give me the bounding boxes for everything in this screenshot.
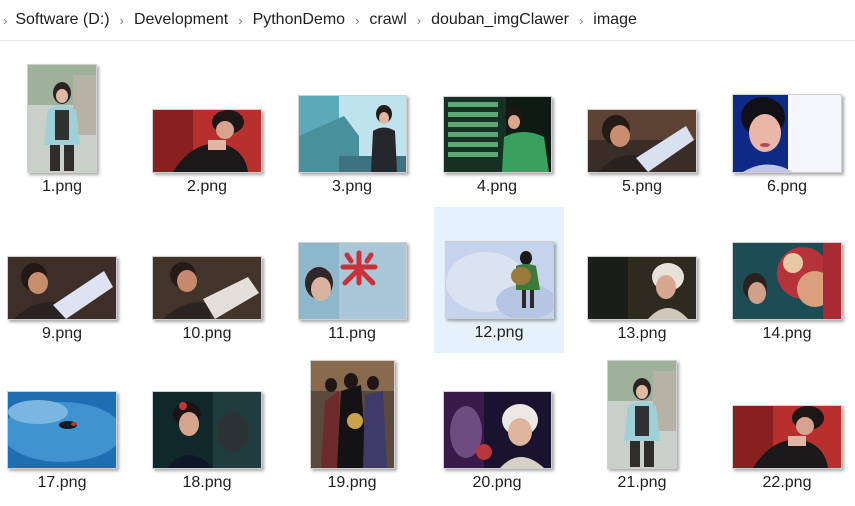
file-name: 6.png [766, 178, 808, 195]
file-name: 3.png [331, 178, 373, 195]
file-name: 14.png [762, 325, 812, 342]
file-item[interactable]: 9.png [0, 208, 127, 354]
file-item[interactable]: 1.png [0, 61, 127, 207]
file-item[interactable]: 6.png [722, 61, 852, 207]
file-item[interactable]: 21.png [577, 357, 707, 503]
breadcrumb-item-pythondemo[interactable]: PythonDemo [253, 11, 346, 29]
image-thumbnail [152, 256, 262, 320]
image-thumbnail [732, 94, 842, 173]
file-name: 20.png [472, 474, 522, 491]
file-name: 2.png [186, 178, 228, 195]
image-thumbnail [27, 64, 97, 173]
image-thumbnail [309, 360, 395, 469]
file-item[interactable]: 3.png [287, 61, 417, 207]
file-name: 17.png [37, 474, 87, 491]
image-thumbnail [7, 256, 117, 320]
file-grid: 1.png 2.png 3.png 4.png 5.png 6.png 9.pn… [0, 41, 855, 506]
image-thumbnail [587, 109, 697, 173]
chevron-right-icon[interactable]: › [120, 13, 124, 28]
chevron-right-icon[interactable]: › [238, 13, 242, 28]
image-thumbnail [152, 109, 262, 173]
breadcrumb-item-crawl[interactable]: crawl [369, 11, 406, 29]
file-item[interactable]: 11.png [287, 208, 417, 354]
file-item[interactable]: 13.png [577, 208, 707, 354]
file-name: 22.png [762, 474, 812, 491]
file-name: 4.png [476, 178, 518, 195]
file-item-selected[interactable]: 12.png [434, 207, 564, 353]
file-name: 18.png [182, 474, 232, 491]
image-thumbnail [297, 242, 407, 320]
breadcrumb: › Software (D:) › Development › PythonDe… [0, 0, 855, 41]
chevron-right-icon[interactable]: › [355, 13, 359, 28]
image-thumbnail [442, 391, 552, 469]
image-thumbnail [7, 391, 117, 469]
file-name: 19.png [327, 474, 377, 491]
image-thumbnail [607, 360, 677, 469]
file-item[interactable]: 2.png [142, 61, 272, 207]
file-name: 13.png [617, 325, 667, 342]
file-item[interactable]: 20.png [432, 357, 562, 503]
image-thumbnail [442, 96, 552, 173]
file-item[interactable]: 14.png [722, 208, 852, 354]
chevron-right-icon[interactable]: › [417, 13, 421, 28]
file-item[interactable]: 10.png [142, 208, 272, 354]
image-thumbnail [152, 391, 262, 469]
file-name: 1.png [41, 178, 83, 195]
breadcrumb-item-drive[interactable]: Software (D:) [15, 11, 109, 29]
file-name: 9.png [41, 325, 83, 342]
file-item[interactable]: 17.png [0, 357, 127, 503]
file-name: 12.png [474, 324, 524, 341]
image-thumbnail [732, 242, 842, 320]
chevron-right-icon[interactable]: › [3, 13, 7, 28]
file-item[interactable]: 4.png [432, 61, 562, 207]
image-thumbnail [587, 256, 697, 320]
file-item[interactable]: 5.png [577, 61, 707, 207]
file-name: 21.png [617, 474, 667, 491]
image-thumbnail [444, 241, 554, 319]
file-item[interactable]: 22.png [722, 357, 852, 503]
image-thumbnail [297, 95, 407, 173]
file-name: 11.png [328, 325, 376, 342]
chevron-right-icon[interactable]: › [579, 13, 583, 28]
image-thumbnail [732, 405, 842, 469]
file-name: 10.png [182, 325, 232, 342]
breadcrumb-item-image[interactable]: image [593, 11, 637, 29]
file-name: 5.png [621, 178, 663, 195]
breadcrumb-item-development[interactable]: Development [134, 11, 228, 29]
file-item[interactable]: 19.png [287, 357, 417, 503]
breadcrumb-item-douban-imgclawer[interactable]: douban_imgClawer [431, 11, 569, 29]
file-item[interactable]: 18.png [142, 357, 272, 503]
